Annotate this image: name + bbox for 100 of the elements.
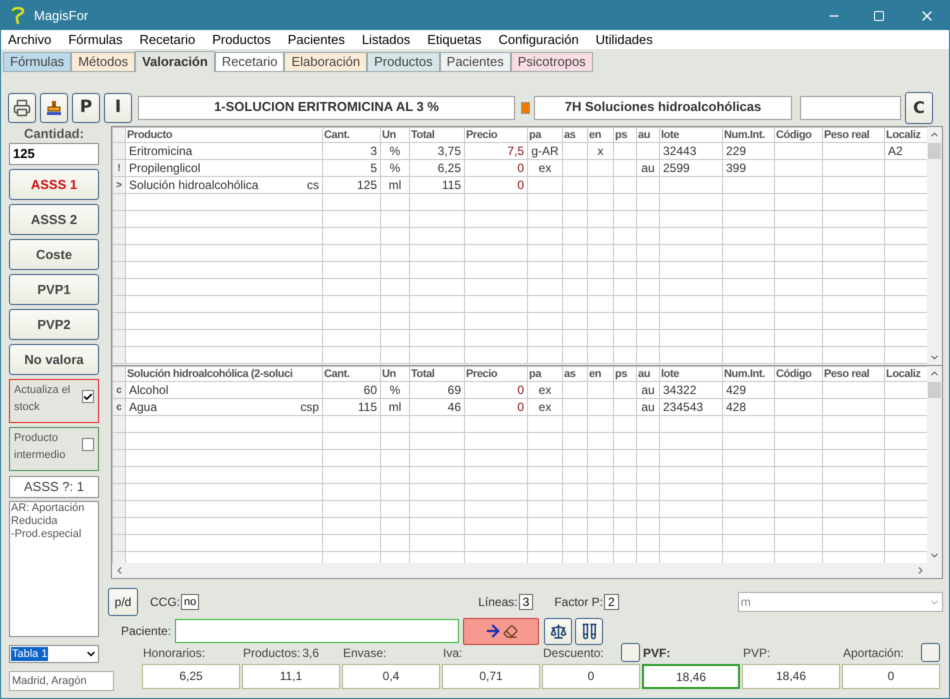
table-cell: Alcohol	[129, 382, 168, 398]
total-label: Honorarios:	[143, 644, 206, 662]
stamp-button[interactable]	[40, 93, 68, 123]
pd-button[interactable]: p/d	[108, 588, 138, 616]
lines-label: Líneas:	[478, 594, 518, 611]
scroll-thumb[interactable]	[928, 382, 941, 398]
tab[interactable]: Recetario	[214, 52, 284, 72]
test-tubes-button[interactable]	[575, 618, 604, 644]
group-name-field[interactable]: 7H Soluciones hidroalcohólicas	[534, 96, 792, 120]
table-cell: %	[390, 144, 400, 158]
quantity-label: Cantidad:	[23, 126, 85, 141]
table-cell: 6,25	[438, 160, 461, 174]
table-cell: 229	[726, 144, 746, 158]
checkbox[interactable]	[82, 438, 94, 451]
valuation-button[interactable]: ASSS 2	[9, 204, 99, 235]
letter-button[interactable]: P	[72, 93, 100, 123]
toggle-button[interactable]	[921, 643, 940, 662]
table-cell: cs	[307, 178, 319, 192]
table-cell: au	[641, 382, 655, 396]
c-button[interactable]: C	[905, 92, 933, 124]
table-cell: >	[116, 180, 122, 190]
ccg-label: CCG:	[150, 594, 180, 611]
total-label: Envase:	[343, 644, 386, 662]
table-cell: 5	[370, 160, 377, 174]
menu-item[interactable]: Configuración	[498, 30, 579, 50]
text-field[interactable]	[800, 96, 901, 120]
table-cell: 2599	[663, 160, 690, 174]
formula-name-field[interactable]: 1-SOLUCION ERITROMICINA AL 3 %	[138, 96, 515, 120]
total-label: Iva:	[443, 644, 462, 662]
patient-label: Paciente:	[121, 623, 172, 640]
menu-item[interactable]: Fórmulas	[68, 30, 123, 50]
total-label: PVP:	[743, 644, 770, 662]
table-cell: Eritromicina	[129, 144, 192, 158]
tab[interactable]: Valoración	[135, 51, 215, 72]
ccg-field: no	[181, 594, 200, 610]
region-field: Madrid, Aragón	[9, 671, 114, 691]
table-cell: 60	[364, 382, 377, 396]
total-label: Descuento:	[543, 644, 604, 662]
total-value: 11,1	[242, 664, 340, 689]
table-cell: 3,75	[438, 144, 461, 158]
table-cell: 234543	[663, 400, 704, 414]
printer-icon	[13, 99, 31, 117]
table-cell: %	[390, 160, 400, 174]
scrollbar[interactable]	[927, 366, 942, 563]
table-cell: 3	[370, 144, 377, 158]
column-header[interactable]: Producto	[127, 128, 172, 140]
tab[interactable]: Métodos	[71, 52, 136, 72]
tab[interactable]: Elaboración	[284, 52, 368, 72]
table-cell: 0	[517, 178, 524, 192]
menu-item[interactable]: Etiquetas	[427, 30, 482, 50]
table-cell: 34322	[663, 382, 696, 396]
unit-select[interactable]: m	[738, 592, 943, 612]
table-cell: csp	[300, 400, 319, 414]
tab[interactable]: Psicotropos	[510, 52, 593, 72]
horizontal-scrollbar[interactable]	[112, 563, 942, 578]
tab[interactable]: Pacientes	[440, 52, 511, 72]
scroll-thumb[interactable]	[928, 143, 941, 159]
menu-item[interactable]: Archivo	[8, 30, 52, 50]
quantity-field[interactable]: 125	[9, 143, 99, 165]
eraser-icon	[503, 624, 518, 638]
note-text: AR: Aportación Reducida	[11, 502, 86, 528]
tab[interactable]: Productos	[367, 52, 440, 72]
print-button[interactable]	[8, 93, 36, 123]
maximize-icon[interactable]	[873, 10, 885, 22]
status-indicator	[521, 102, 530, 114]
factor-label: Factor P:	[554, 594, 603, 611]
table-cell: 32443	[663, 144, 696, 158]
table-cell: ml	[388, 178, 402, 192]
table-cell: 115	[358, 400, 377, 414]
selected-option: m	[740, 593, 751, 611]
valuation-button[interactable]: Coste	[9, 239, 99, 270]
valuation-button[interactable]: ASSS 1	[9, 169, 99, 200]
option-label: Actualiza el stock	[14, 383, 72, 415]
total-label: Productos:	[243, 644, 300, 662]
patient-field[interactable]	[175, 619, 460, 643]
window-title: MagisFor	[34, 6, 88, 25]
arrow-icon	[484, 622, 502, 640]
total-value: 0	[542, 664, 640, 689]
scale-button[interactable]	[544, 618, 572, 644]
table-select[interactable]: Tabla 1	[9, 645, 99, 663]
menu-item[interactable]: Listados	[362, 30, 410, 50]
scrollbar[interactable]	[927, 127, 942, 365]
valuation-button[interactable]: PVP2	[9, 309, 99, 340]
valuation-button[interactable]: No valora	[9, 344, 99, 375]
total-value: 0	[842, 664, 940, 689]
transfer-button[interactable]	[463, 618, 540, 644]
letter-button[interactable]: I	[104, 93, 132, 123]
table-cell: A2	[888, 144, 903, 158]
stamp-icon	[46, 100, 62, 116]
checkbox[interactable]	[82, 390, 94, 403]
total-value: 18,46	[742, 664, 840, 689]
menu-item[interactable]: Recetario	[140, 30, 196, 50]
table-cell: ml	[388, 400, 402, 414]
menu-item[interactable]: Pacientes	[288, 30, 345, 50]
tab[interactable]: Fórmulas	[3, 52, 72, 72]
menu-item[interactable]: Utilidades	[596, 30, 653, 50]
toggle-button[interactable]	[621, 643, 640, 662]
valuation-button[interactable]: PVP1	[9, 274, 99, 305]
menu-item[interactable]: Productos	[212, 30, 271, 50]
note-text: -Prod.especial	[11, 528, 82, 541]
